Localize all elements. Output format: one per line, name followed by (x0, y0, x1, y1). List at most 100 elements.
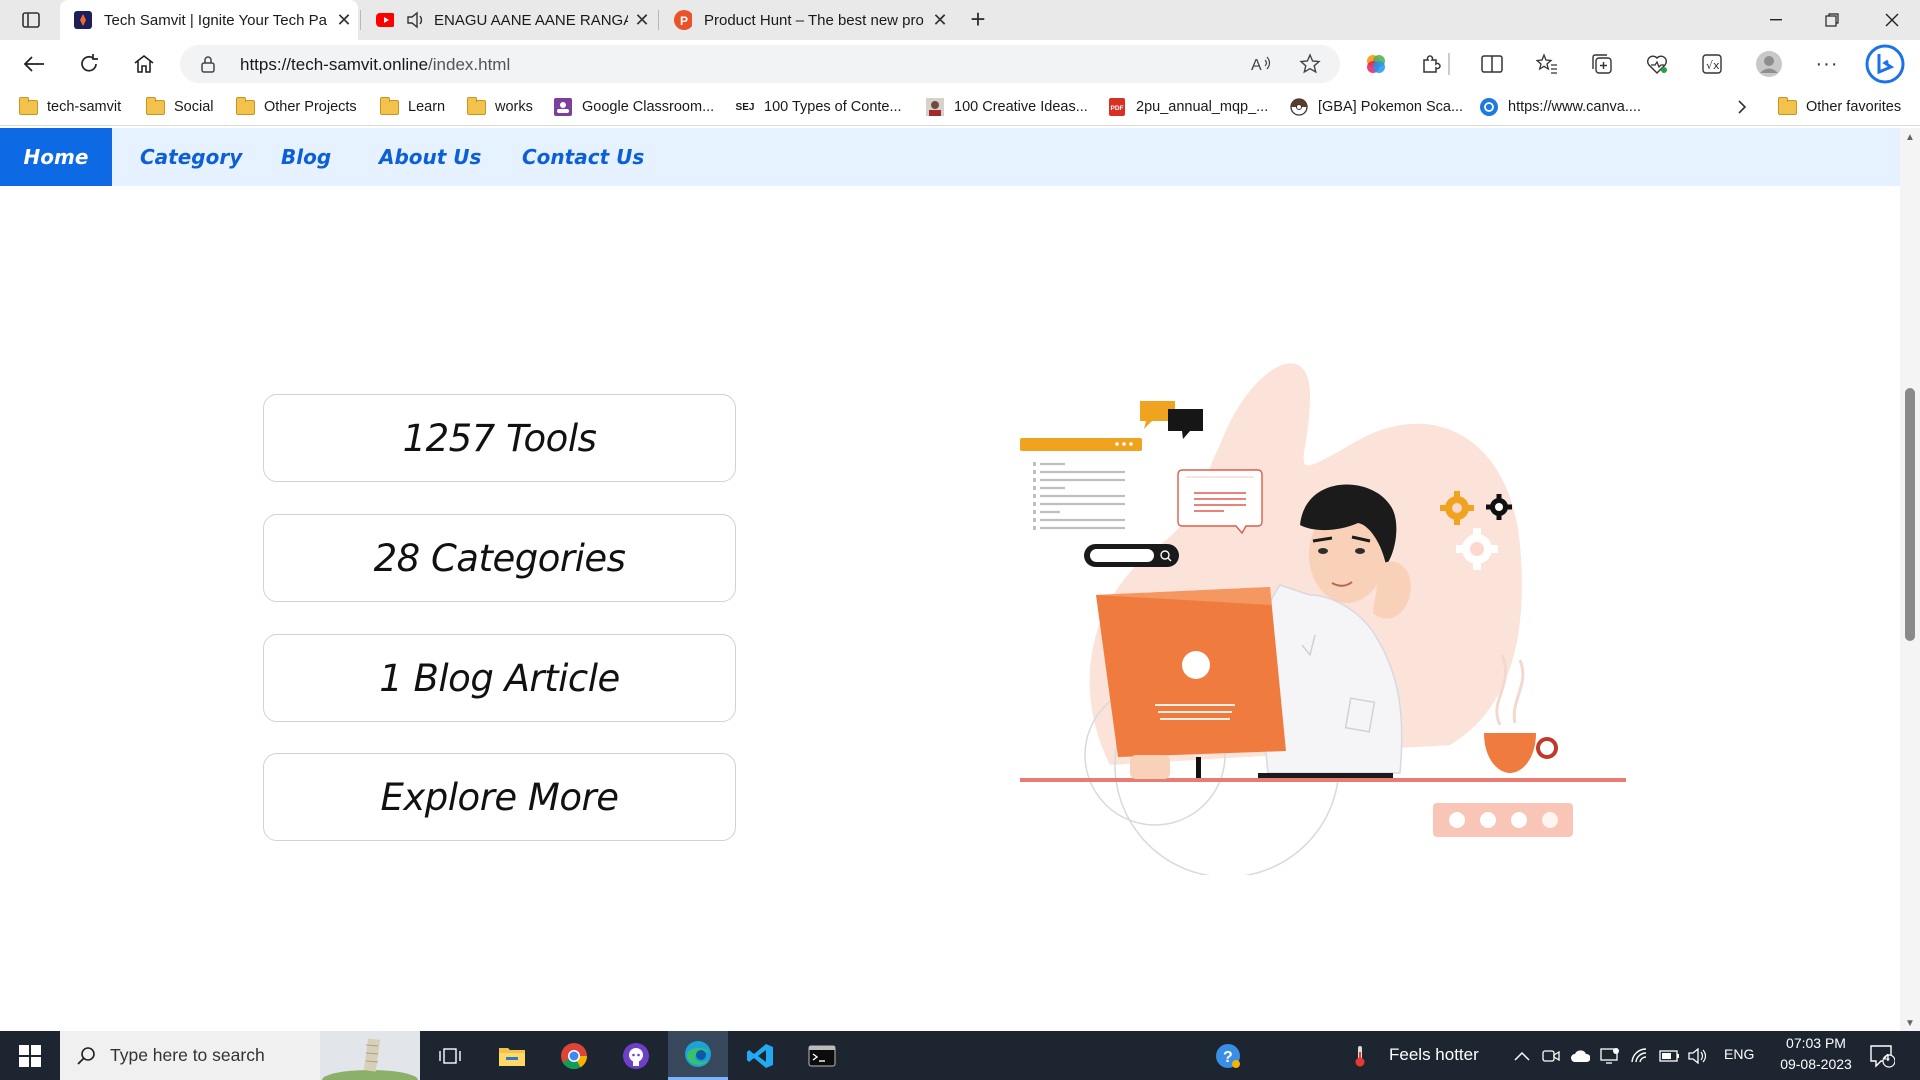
bookmark-100-creative-ideas[interactable]: 100 Creative Ideas... (925, 96, 1088, 118)
language-indicator[interactable]: ENG (1724, 1046, 1754, 1062)
desk-line (1020, 778, 1626, 782)
bookmark-other-favorites[interactable]: Other favorites (1777, 96, 1901, 118)
tab-actions-button[interactable] (14, 6, 48, 34)
scroll-up-arrow-icon[interactable]: ▲ (1905, 132, 1915, 143)
search-placeholder: Type here to search (110, 1045, 265, 1065)
stat-card-categories[interactable]: 28 Categories (263, 514, 736, 602)
weather-text[interactable]: Feels hotter (1389, 1045, 1479, 1065)
refresh-button[interactable] (71, 48, 107, 80)
new-tab-button[interactable]: + (962, 4, 994, 36)
clock-time[interactable]: 07:03 PM (1776, 1035, 1856, 1051)
bookmark-100-types[interactable]: SEJ 100 Types of Conte... (735, 96, 902, 118)
folder-icon (466, 96, 486, 116)
more-options-icon[interactable]: ··· (1812, 50, 1842, 78)
onedrive-cloud-icon[interactable] (1570, 1046, 1590, 1066)
thermometer-icon (1350, 1046, 1370, 1067)
nav-about-us[interactable]: About Us (379, 128, 481, 186)
favorite-star-icon[interactable] (1298, 53, 1322, 74)
bookmark-works[interactable]: works (466, 96, 533, 118)
svg-text:A: A (1251, 57, 1262, 73)
refresh-icon (81, 54, 98, 72)
tab-title: Tech Samvit | Ignite Your Tech Pa (104, 11, 327, 29)
wifi-icon[interactable] (1630, 1046, 1650, 1066)
notifications-icon[interactable]: 4 (1868, 1043, 1896, 1069)
show-hidden-icons-chevron-icon[interactable] (1512, 1046, 1532, 1066)
windows-taskbar: Type here to search ? Feels hotter ENG 0… (0, 1031, 1920, 1080)
bookmark-google-classroom[interactable]: Google Classroom... (553, 96, 714, 118)
canva-icon (1479, 98, 1499, 116)
home-button[interactable] (126, 48, 162, 80)
bookmark-2pu-annual[interactable]: PDF 2pu_annual_mqp_... (1107, 96, 1268, 118)
vscode-button[interactable] (730, 1031, 790, 1080)
nav-blog[interactable]: Blog (281, 128, 331, 186)
help-icon[interactable]: ? (1215, 1043, 1241, 1069)
bookmark-gba-pokemon[interactable]: [GBA] Pokemon Sca... (1289, 96, 1463, 118)
tab-title: ENAGU AANE AANE RANGA (434, 11, 628, 29)
battery-icon[interactable] (1659, 1046, 1679, 1066)
meet-now-icon[interactable] (1541, 1046, 1561, 1066)
page-scrollbar[interactable]: ▲ ▼ (1900, 128, 1920, 1031)
edge-button[interactable] (668, 1031, 728, 1080)
stat-card-tools[interactable]: 1257 Tools (263, 394, 736, 482)
start-button[interactable] (0, 1031, 60, 1080)
display-icon[interactable] (1600, 1046, 1620, 1066)
nav-contact-us[interactable]: Contact Us (522, 128, 644, 186)
github-desktop-button[interactable] (606, 1031, 666, 1080)
close-tab-icon[interactable]: ✕ (926, 10, 954, 31)
close-window-button[interactable] (1864, 0, 1920, 40)
volume-icon[interactable] (1688, 1046, 1708, 1066)
restore-button[interactable] (1804, 0, 1860, 40)
back-arrow-icon (23, 56, 44, 72)
collections-icon[interactable] (1587, 50, 1617, 78)
bing-chat-icon[interactable] (1864, 44, 1906, 84)
nav-home[interactable]: Home (0, 128, 112, 186)
extensions-icon[interactable] (1416, 50, 1446, 78)
bookmark-learn[interactable]: Learn (379, 96, 445, 118)
youtube-icon (376, 11, 394, 29)
back-button[interactable] (16, 48, 52, 80)
minimize-button[interactable] (1748, 0, 1804, 40)
bookmark-tech-samvit[interactable]: tech-samvit (18, 96, 121, 118)
profile-avatar-icon[interactable] (1754, 50, 1784, 78)
bookmark-canva[interactable]: https://www.canva.... (1479, 96, 1641, 118)
scrollbar-thumb[interactable] (1905, 388, 1915, 641)
bookmark-label: 100 Creative Ideas... (954, 99, 1088, 115)
svg-text:P: P (680, 14, 688, 28)
speaker-icon[interactable] (406, 11, 424, 29)
search-icon (76, 1046, 96, 1066)
bookmark-label: tech-samvit (47, 99, 122, 115)
stat-card-blog-articles[interactable]: 1 Blog Article (263, 634, 736, 722)
math-solver-icon[interactable]: √x (1697, 50, 1727, 78)
doc-lines (1040, 462, 1125, 530)
color-extension-icon[interactable] (1361, 50, 1391, 78)
close-tab-icon[interactable]: ✕ (330, 10, 358, 31)
chrome-button[interactable] (544, 1031, 604, 1080)
bookmarks-bar: tech-samvit Social Other Projects Learn … (0, 88, 1920, 126)
favorites-icon[interactable] (1532, 50, 1562, 78)
terminal-button[interactable] (792, 1031, 852, 1080)
file-explorer-button[interactable] (482, 1031, 542, 1080)
bookmark-label: https://www.canva.... (1508, 99, 1641, 115)
file-explorer-icon (499, 1047, 525, 1066)
browser-tab-strip: Tech Samvit | Ignite Your Tech Pa ✕ ENAG… (0, 0, 1920, 40)
tab-product-hunt[interactable]: P Product Hunt – The best new pro ✕ (660, 0, 954, 40)
bookmark-other-projects[interactable]: Other Projects (235, 96, 357, 118)
taskbar-search-box[interactable]: Type here to search (60, 1031, 420, 1080)
task-view-button[interactable] (420, 1031, 480, 1080)
tab-tech-samvit[interactable]: Tech Samvit | Ignite Your Tech Pa ✕ (60, 0, 358, 40)
restore-icon (1825, 13, 1839, 27)
person-icon (925, 98, 945, 116)
read-aloud-icon[interactable]: A (1250, 54, 1274, 74)
more-bookmarks-chevron-icon[interactable] (1737, 96, 1747, 118)
lock-icon[interactable] (200, 55, 216, 78)
close-tab-icon[interactable]: ✕ (628, 10, 656, 31)
tab-youtube[interactable]: ENAGU AANE AANE RANGA ✕ (362, 0, 656, 40)
address-bar[interactable]: https://tech-samvit.online/index.html A (180, 45, 1340, 83)
scroll-down-arrow-icon[interactable]: ▼ (1905, 1018, 1915, 1029)
explore-more-button[interactable]: Explore More (263, 753, 736, 841)
bookmark-social[interactable]: Social (145, 96, 214, 118)
browser-essentials-icon[interactable] (1642, 50, 1672, 78)
clock-date[interactable]: 09-08-2023 (1766, 1056, 1866, 1072)
split-screen-icon[interactable] (1477, 50, 1507, 78)
nav-category[interactable]: Category (140, 128, 242, 186)
